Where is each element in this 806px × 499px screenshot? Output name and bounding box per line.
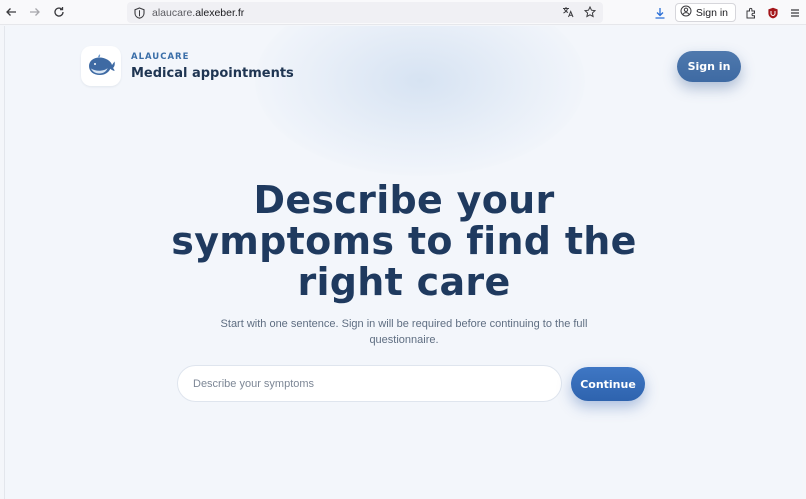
url-text: alaucare.alexeber.fr [152,7,244,19]
hero-title-line: Describe your [253,178,555,222]
extensions-icon[interactable] [740,2,762,24]
download-icon[interactable] [649,2,671,24]
signin-button[interactable]: Sign in [677,51,741,82]
brand-tagline: Medical appointments [131,65,294,81]
symptoms-input[interactable] [193,377,561,390]
hero-title-line: right care [297,260,511,304]
hero-title-line: symptoms to find the [171,219,637,263]
browser-signin-label: Sign in [695,6,728,19]
account-icon [680,5,692,20]
hero-subtitle: Start with one sentence. Sign in will be… [220,318,588,346]
reload-icon[interactable] [48,1,70,23]
ublock-icon[interactable] [762,2,784,24]
browser-signin-button[interactable]: Sign in [674,3,736,22]
url-subdomain: alaucare. [152,6,196,19]
page: ALAUCARE Medical appointments Sign in De… [4,26,802,499]
background-glow [255,26,585,176]
symptoms-search-box[interactable] [177,365,562,402]
continue-button[interactable]: Continue [571,367,645,401]
address-bar[interactable]: alaucare.alexeber.fr [127,2,603,23]
hero-title: Describe your symptoms to find the right… [5,180,802,303]
whale-logo-icon [81,46,121,86]
star-icon[interactable] [583,5,597,19]
shield-icon[interactable] [132,6,146,20]
translate-icon[interactable] [561,5,575,19]
brand-name: ALAUCARE [131,51,190,62]
brand[interactable]: ALAUCARE Medical appointments [81,46,294,86]
menu-icon[interactable] [784,2,806,24]
browser-toolbar: alaucare.alexeber.fr Sign in [0,0,806,25]
back-icon[interactable] [0,1,22,23]
url-domain: alexeber.fr [195,6,245,19]
forward-icon[interactable] [24,1,46,23]
